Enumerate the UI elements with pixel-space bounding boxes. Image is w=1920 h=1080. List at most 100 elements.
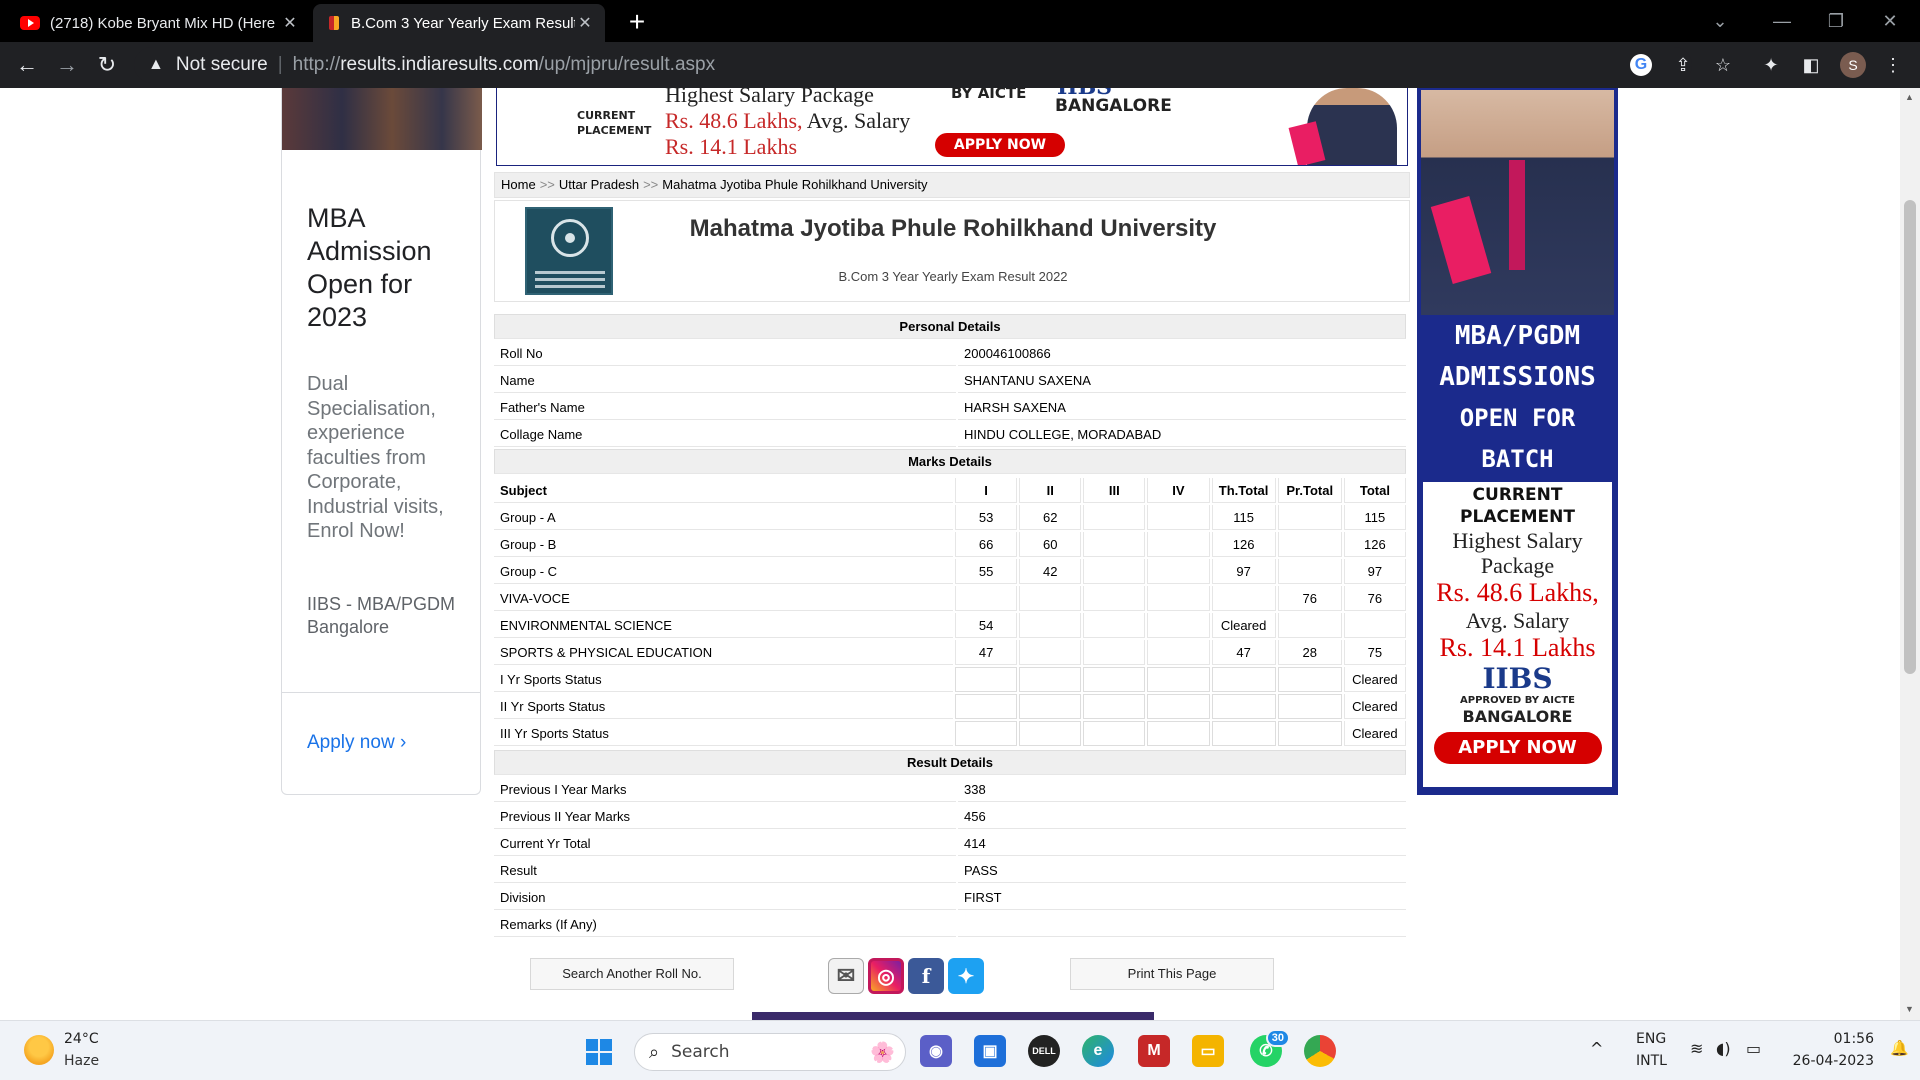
city-label: BANGALORE [1055, 96, 1172, 116]
clock-time[interactable]: 01:56 [1818, 1031, 1874, 1047]
language-primary[interactable]: ENG [1636, 1031, 1666, 1047]
teams-icon[interactable]: ◉ [920, 1035, 952, 1067]
weather-condition[interactable]: Haze [64, 1053, 99, 1069]
weather-temperature[interactable]: 24°C [64, 1031, 99, 1047]
tab-youtube[interactable]: (2718) Kobe Bryant Mix HD (Here ✕ [10, 4, 310, 42]
chevron-right-icon: › [399, 732, 407, 753]
breadcrumb-state[interactable]: Uttar Pradesh [559, 177, 639, 192]
scrollbar[interactable]: ▲ ▼ [1900, 88, 1920, 1020]
field-label: Collage Name [494, 422, 956, 447]
url-host: results.indiaresults.com [340, 54, 539, 75]
twitter-icon[interactable]: ✦ [948, 958, 984, 994]
taskbar-search[interactable]: ⌕ Search 🌸 [634, 1033, 906, 1071]
bookmark-star-icon[interactable]: ☆ [1710, 52, 1736, 78]
store-icon[interactable]: ▣ [974, 1035, 1006, 1067]
chevron-up-icon[interactable]: ^ [1590, 1039, 1603, 1058]
mark-cell: 126 [1343, 532, 1406, 557]
mail-icon[interactable]: ✉ [828, 958, 864, 994]
language-secondary[interactable]: INTL [1636, 1053, 1667, 1069]
close-tab-icon[interactable]: ✕ [575, 13, 595, 33]
edge-icon[interactable]: e [1082, 1035, 1114, 1067]
minimize-button[interactable]: — [1752, 0, 1812, 42]
menu-icon[interactable]: ⋮ [1880, 52, 1906, 78]
mark-cell: 47 [955, 640, 1018, 665]
google-lens-icon[interactable]: G [1630, 54, 1652, 76]
whatsapp-icon[interactable]: ✆ 30 [1250, 1029, 1290, 1067]
empty-cell [1211, 694, 1276, 719]
scrollbar-thumb[interactable] [1904, 200, 1916, 674]
facebook-icon[interactable]: f [908, 958, 944, 994]
mark-cell [1019, 640, 1082, 665]
breadcrumb-university[interactable]: Mahatma Jyotiba Phule Rohilkhand Univers… [662, 177, 927, 192]
profile-avatar[interactable]: S [1840, 52, 1866, 78]
bottom-banner-ad[interactable] [752, 1012, 1154, 1020]
apply-now-button[interactable]: APPLY NOW [935, 133, 1065, 157]
wifi-icon[interactable]: ≋ [1690, 1039, 1703, 1058]
mcafee-icon[interactable]: M [1138, 1035, 1170, 1067]
mark-cell [1277, 532, 1342, 557]
side-panel-icon[interactable]: ◧ [1798, 52, 1824, 78]
mark-cell [1277, 505, 1342, 530]
salary-text: Highest Salary Package Rs. 48.6 Lakhs, A… [665, 88, 910, 160]
breadcrumb-separator: >> [643, 177, 659, 192]
salary-line: Avg. Salary [802, 108, 911, 133]
mark-cell [955, 586, 1018, 611]
apply-now-link[interactable]: Apply now › [307, 732, 406, 754]
chrome-icon[interactable] [1304, 1035, 1336, 1067]
ad-description[interactable]: Dual Specialisation, experience facultie… [307, 372, 467, 544]
ad-brand[interactable]: IIBS - MBA/PGDM Bangalore [307, 593, 477, 639]
forward-icon[interactable]: → [52, 50, 82, 80]
back-icon[interactable]: ← [12, 50, 42, 80]
reload-icon[interactable]: ↻ [92, 50, 122, 80]
empty-cell [1019, 667, 1082, 692]
dell-icon[interactable]: DELL [1028, 1035, 1060, 1067]
file-explorer-icon[interactable]: ▭ [1192, 1035, 1224, 1067]
top-banner-ad[interactable]: CURRENT PLACEMENT Highest Salary Package … [496, 88, 1408, 166]
search-icon: ⌕ [649, 1041, 660, 1063]
weather-haze-icon[interactable] [24, 1035, 54, 1065]
divider: | [277, 54, 283, 75]
search-another-button[interactable]: Search Another Roll No. [530, 958, 734, 990]
field-value: HINDU COLLEGE, MORADABAD [958, 422, 1406, 447]
subject-cell: VIVA-VOCE [494, 586, 954, 611]
empty-cell [1277, 721, 1342, 746]
print-button[interactable]: Print This Page [1070, 958, 1274, 990]
tab-result[interactable]: B.Com 3 Year Yearly Exam Result ✕ [313, 4, 605, 42]
security-label[interactable]: Not secure [176, 54, 268, 76]
volume-icon[interactable]: ◖) [1716, 1039, 1731, 1058]
instagram-icon[interactable]: ◎ [868, 958, 904, 994]
restore-button[interactable]: ❐ [1806, 0, 1866, 42]
share-icon[interactable]: ⇪ [1670, 52, 1696, 78]
mark-cell: 126 [1211, 532, 1276, 557]
col-header: III [1083, 478, 1146, 503]
breadcrumb-home[interactable]: Home [501, 177, 536, 192]
close-window-button[interactable]: ✕ [1860, 0, 1920, 42]
mark-cell: 60 [1019, 532, 1082, 557]
notification-bell-icon[interactable]: 🔔 [1890, 1039, 1909, 1057]
close-tab-icon[interactable]: ✕ [280, 13, 300, 33]
address-bar[interactable]: ▲ Not secure | http://results.indiaresul… [134, 47, 1692, 83]
table-row: Current Yr Total 414 [494, 831, 1406, 856]
scroll-up-icon[interactable]: ▲ [1905, 92, 1914, 102]
new-tab-button[interactable]: + [622, 6, 652, 38]
tab-search-icon[interactable]: ⌄ [1690, 0, 1750, 42]
right-ad[interactable]: MBA/PGDM ADMISSIONS OPEN FOR BATCH 2023-… [1417, 88, 1618, 795]
battery-icon[interactable]: ▭ [1746, 1039, 1761, 1058]
empty-cell [955, 721, 1018, 746]
warning-icon[interactable]: ▲ [148, 56, 164, 74]
university-header: Mahatma Jyotiba Phule Rohilkhand Univers… [494, 200, 1410, 302]
scroll-down-icon[interactable]: ▼ [1905, 1004, 1914, 1014]
mark-cell: 62 [1019, 505, 1082, 530]
sports-label: III Yr Sports Status [494, 721, 954, 746]
mark-cell: 42 [1019, 559, 1082, 584]
col-header: Total [1343, 478, 1406, 503]
extensions-icon[interactable]: ✦ [1758, 52, 1784, 78]
windows-start-icon[interactable] [586, 1039, 612, 1065]
mark-cell [1147, 586, 1210, 611]
salary-line: Avg. Salary [1465, 608, 1570, 633]
left-ad[interactable]: MBA Admission Open for 2023 Dual Special… [281, 88, 482, 795]
apply-now-button[interactable]: APPLY NOW [1433, 732, 1602, 764]
col-header: Th.Total [1211, 478, 1276, 503]
clock-date[interactable]: 26-04-2023 [1784, 1053, 1874, 1069]
breadcrumb: Home >> Uttar Pradesh >> Mahatma Jyotiba Phu… [494, 172, 1410, 198]
